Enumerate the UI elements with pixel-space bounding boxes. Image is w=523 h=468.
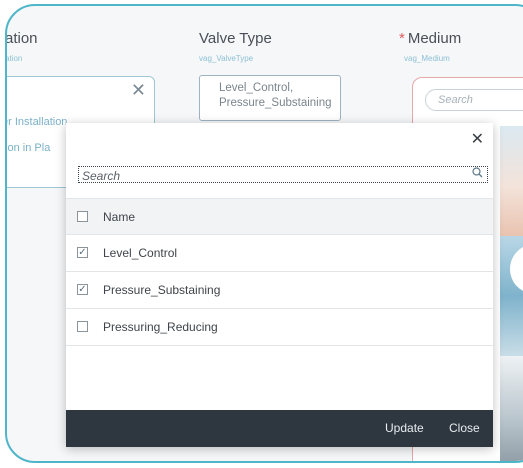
select-all-checkbox[interactable] (77, 211, 88, 222)
valve-type-subtitle: vag_ValveType (199, 54, 254, 63)
medium-title-text: Medium (407, 30, 462, 47)
list-header-row: Name (66, 198, 493, 235)
item-checkbox[interactable]: ✓ (77, 247, 88, 258)
valve-type-value-line: Pressure_Substaining (219, 97, 332, 109)
item-checkbox[interactable] (77, 321, 88, 332)
column1-clear-icon[interactable]: ✕ (131, 80, 146, 101)
medium-title: * Medium (399, 30, 461, 47)
select-modal: ✕ Name ✓ Level_Control ✓ Pressure_Substa… (66, 123, 493, 447)
option-list: Name ✓ Level_Control ✓ Pressure_Substain… (66, 198, 493, 346)
item-label: Level_Control (103, 246, 178, 260)
update-button[interactable]: Update (385, 421, 424, 435)
column-header-name: Name (103, 210, 136, 224)
item-checkbox[interactable]: ✓ (77, 284, 88, 295)
image-tile (500, 126, 523, 236)
medium-search-input[interactable]: Search (425, 89, 523, 111)
modal-close-icon[interactable]: ✕ (471, 132, 484, 148)
image-tile (500, 356, 523, 461)
modal-footer: Update Close (66, 410, 493, 447)
column1-title: ation (5, 30, 38, 47)
valve-type-title: Valve Type (199, 30, 272, 47)
image-tile (500, 236, 523, 356)
carousel-nav-button[interactable] (510, 244, 523, 294)
item-label: Pressuring_Reducing (103, 320, 218, 334)
column1-option[interactable]: tion in Pla (7, 142, 50, 154)
valve-type-value-line: Level_Control, (219, 82, 294, 94)
item-label: Pressure_Substaining (103, 283, 221, 297)
list-item[interactable]: ✓ Level_Control (66, 235, 493, 272)
modal-search-input[interactable] (79, 168, 462, 184)
close-button[interactable]: Close (449, 421, 480, 435)
valve-type-field[interactable]: Level_Control, Pressure_Substaining (199, 75, 341, 121)
column1-option[interactable]: er Installation (7, 116, 67, 128)
column1-subtitle: ation (5, 54, 23, 63)
medium-subtitle: vag_Medium (404, 54, 450, 63)
required-mark: * (399, 30, 405, 47)
search-icon[interactable] (472, 167, 483, 181)
list-item[interactable]: ✓ Pressure_Substaining (66, 272, 493, 309)
modal-search-box (78, 166, 488, 184)
list-item[interactable]: Pressuring_Reducing (66, 309, 493, 346)
